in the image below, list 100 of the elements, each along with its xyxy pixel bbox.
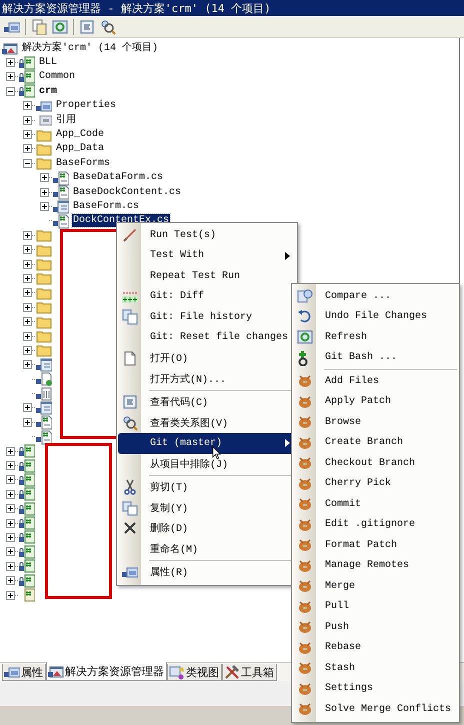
tree-item[interactable]: Common <box>38 70 76 84</box>
tree-item[interactable]: BaseForm.cs <box>72 200 140 213</box>
expand-toggle[interactable] <box>6 518 15 528</box>
menu-item[interactable]: Manage Remotes <box>293 556 458 576</box>
refresh-icon[interactable] <box>52 18 68 34</box>
undo-icon <box>297 308 313 325</box>
tree-item[interactable]: BLL <box>38 56 58 70</box>
menu-item[interactable]: Repeat Test Run <box>118 266 296 286</box>
menu-item[interactable]: Pull <box>293 596 458 617</box>
expand-toggle[interactable] <box>23 274 32 283</box>
menu-item[interactable]: Edit .gitignore <box>293 514 458 535</box>
csharp-project-icon <box>19 83 35 100</box>
expand-toggle[interactable] <box>23 302 32 312</box>
menu-item[interactable]: Push <box>293 617 458 638</box>
menu-item[interactable]: Solve Merge Conflicts <box>293 699 458 720</box>
tree-item[interactable]: App_Code <box>55 128 106 142</box>
expand-toggle[interactable] <box>23 360 32 370</box>
csharp-project-icon <box>19 529 35 546</box>
expand-toggle[interactable] <box>6 547 15 556</box>
expand-toggle[interactable] <box>6 532 15 542</box>
menu-item[interactable]: Merge <box>293 576 458 596</box>
panel-tab[interactable]: 解决方案资源管理器 <box>46 662 167 681</box>
menu-item[interactable]: Test With <box>118 246 296 266</box>
tree-item[interactable]: BaseForms <box>55 156 112 170</box>
expand-toggle[interactable] <box>23 260 32 269</box>
form-file-icon <box>53 198 69 214</box>
csharp-project-icon <box>19 68 35 85</box>
expand-toggle[interactable] <box>6 576 15 586</box>
tree-item[interactable]: BaseDockContent.cs <box>72 186 182 199</box>
documents-icon[interactable] <box>31 18 47 34</box>
tree-item[interactable]: 解决方案'crm' (14 个项目) <box>21 42 160 55</box>
menu-item[interactable]: Compare ... <box>293 286 458 306</box>
expand-toggle[interactable] <box>40 188 49 197</box>
menu-item[interactable]: Settings <box>293 678 458 699</box>
panel-tab[interactable]: 属性 <box>2 664 46 681</box>
menu-item[interactable]: Create Branch <box>293 432 458 453</box>
expand-toggle[interactable] <box>23 418 32 427</box>
expand-toggle[interactable] <box>6 590 15 600</box>
collapse-toggle[interactable] <box>6 86 15 96</box>
menu-item[interactable]: Rebase <box>293 638 458 658</box>
expand-toggle[interactable] <box>6 461 15 470</box>
csharp-project-icon <box>19 558 35 574</box>
expand-toggle[interactable] <box>6 475 15 484</box>
menu-item[interactable]: Browse <box>293 412 458 432</box>
copy-icon <box>122 500 138 516</box>
tree-item[interactable]: BaseDataForm.cs <box>72 171 164 184</box>
expand-toggle[interactable] <box>23 346 32 355</box>
expand-toggle[interactable] <box>6 504 15 514</box>
magnifier-icon[interactable] <box>100 18 116 34</box>
panel-tab[interactable]: 工具箱 <box>222 664 277 681</box>
menu-item[interactable]: Commit <box>293 494 458 514</box>
expand-toggle[interactable] <box>6 446 15 456</box>
expand-toggle[interactable] <box>6 58 15 68</box>
expand-toggle[interactable] <box>40 202 49 211</box>
expand-toggle[interactable] <box>40 173 49 182</box>
expand-toggle[interactable] <box>23 101 32 110</box>
expand-toggle[interactable] <box>6 562 15 571</box>
tree-item[interactable]: App_Data <box>55 142 106 156</box>
menu-item[interactable]: Refresh <box>293 327 458 348</box>
expand-toggle[interactable] <box>23 317 32 326</box>
csharp-project-icon <box>19 54 35 71</box>
expand-toggle[interactable] <box>6 72 15 82</box>
csharp-project-icon <box>19 544 35 560</box>
expand-toggle[interactable] <box>23 130 32 140</box>
menu-item[interactable]: Stash <box>293 658 458 678</box>
menu-item[interactable]: Add Files <box>293 371 458 392</box>
menu-item[interactable]: Format Patch <box>293 535 458 556</box>
csharp-file-icon <box>53 184 69 200</box>
document-icon <box>122 350 138 366</box>
menu-item[interactable]: Cherry Pick <box>293 474 458 494</box>
expand-toggle[interactable] <box>23 332 32 340</box>
expand-toggle[interactable] <box>23 245 32 254</box>
collapse-toggle[interactable] <box>23 158 32 168</box>
tree-item[interactable]: 引用 <box>55 114 77 127</box>
csharp-project-icon <box>19 572 35 589</box>
grid-file-icon <box>36 386 52 402</box>
menu-item[interactable]: Run Test(s) <box>118 225 296 246</box>
csharp-project-icon <box>19 458 35 474</box>
menu-item[interactable]: Undo File Changes <box>293 306 458 327</box>
class-view-icon <box>169 664 185 680</box>
tree-item[interactable]: crm <box>38 84 58 98</box>
expand-toggle[interactable] <box>23 144 32 154</box>
expand-toggle[interactable] <box>23 403 32 412</box>
form-file-icon <box>36 400 52 416</box>
menu-item[interactable]: Git Bash ... <box>293 348 458 368</box>
csharp-file-icon <box>53 212 69 229</box>
csharp-project-icon <box>19 515 35 532</box>
code-document-icon[interactable] <box>79 18 95 34</box>
tree-item[interactable]: Properties <box>55 99 118 112</box>
menu-item[interactable]: Checkout Branch <box>293 453 458 474</box>
expand-toggle[interactable] <box>23 116 32 125</box>
csharp-project-icon <box>19 500 35 517</box>
expand-toggle[interactable] <box>6 490 15 499</box>
panel-tab[interactable]: 类视图 <box>167 664 222 681</box>
menu-item[interactable]: Apply Patch <box>293 392 458 412</box>
compare-icon <box>297 288 313 304</box>
magnifier-icon <box>122 414 138 431</box>
expand-toggle[interactable] <box>23 288 32 298</box>
csharp-file-icon <box>36 428 52 445</box>
expand-toggle[interactable] <box>23 230 32 240</box>
